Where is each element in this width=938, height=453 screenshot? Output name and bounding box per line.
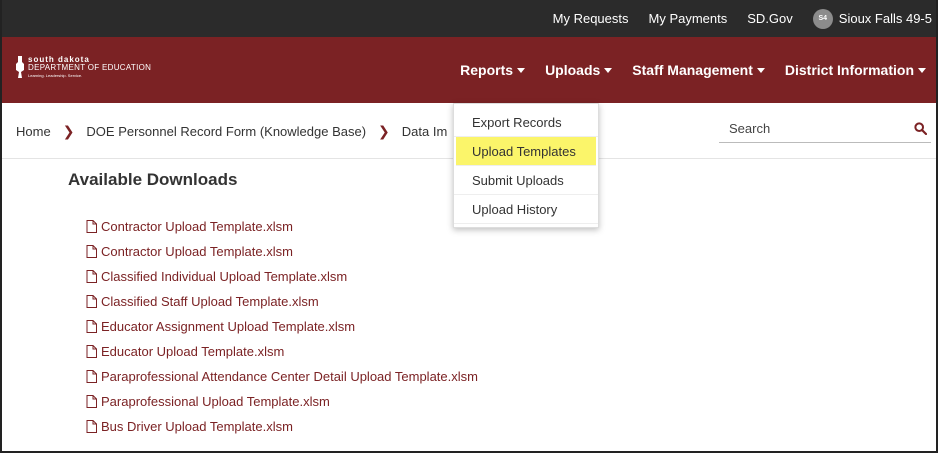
download-link[interactable]: Paraprofessional Upload Template.xlsm	[86, 389, 478, 414]
download-link[interactable]: Classified Individual Upload Template.xl…	[86, 264, 478, 289]
utility-bar: My Requests My Payments SD.Gov S4 Sioux …	[2, 0, 936, 37]
primary-nav: Reports Uploads Staff Management Distric…	[460, 37, 926, 103]
nav-district-information-label: District Information	[784, 62, 914, 78]
download-link[interactable]: Educator Assignment Upload Template.xlsm	[86, 314, 478, 339]
main-navbar: south dakota DEPARTMENT OF EDUCATION Lea…	[2, 37, 936, 103]
breadcrumb-home[interactable]: Home	[16, 124, 51, 139]
download-link-label: Contractor Upload Template.xlsm	[101, 244, 293, 259]
file-icon	[86, 245, 97, 258]
breadcrumb-current: Data Im	[401, 123, 448, 139]
sd-gov-link[interactable]: SD.Gov	[747, 11, 793, 26]
search-icon[interactable]	[914, 122, 927, 135]
file-icon	[86, 220, 97, 233]
my-requests-link[interactable]: My Requests	[553, 11, 629, 26]
caret-down-icon	[756, 67, 765, 73]
file-icon	[86, 295, 97, 308]
nav-uploads-label: Uploads	[545, 62, 601, 78]
menu-item-upload-history[interactable]: Upload History	[454, 195, 598, 224]
download-link[interactable]: Classified Staff Upload Template.xlsm	[86, 289, 478, 314]
nav-district-information[interactable]: District Information	[785, 62, 926, 78]
nav-staff-management[interactable]: Staff Management	[632, 62, 765, 78]
menu-item-export-records[interactable]: Export Records	[454, 108, 598, 137]
caret-down-icon	[604, 67, 613, 73]
logo-tagline: Learning. Leadership. Service.	[28, 73, 83, 78]
sd-doe-logo[interactable]: south dakota DEPARTMENT OF EDUCATION Lea…	[16, 56, 151, 78]
district-name: Sioux Falls 49-5	[838, 11, 932, 26]
main-content: Available Downloads Contractor Upload Te…	[68, 170, 478, 439]
nav-reports[interactable]: Reports	[460, 62, 526, 78]
chevron-right-icon: ❯	[378, 122, 390, 139]
download-link-label: Bus Driver Upload Template.xlsm	[101, 419, 293, 434]
download-link-label: Classified Individual Upload Template.xl…	[101, 269, 348, 284]
logo-text: south dakota DEPARTMENT OF EDUCATION Lea…	[28, 56, 151, 78]
download-link[interactable]: Bus Driver Upload Template.xlsm	[86, 414, 478, 439]
download-link-label: Classified Staff Upload Template.xlsm	[101, 294, 319, 309]
page-title: Available Downloads	[68, 170, 238, 189]
download-link[interactable]: Contractor Upload Template.xlsm	[86, 214, 478, 239]
file-icon	[86, 270, 97, 283]
uploads-dropdown-menu: Export Records Upload Templates Submit U…	[453, 103, 599, 228]
download-link[interactable]: Paraprofessional Attendance Center Detai…	[86, 364, 478, 389]
avatar: S4	[812, 8, 833, 29]
search-input[interactable]: Search	[719, 115, 931, 143]
menu-item-upload-templates[interactable]: Upload Templates	[456, 137, 596, 166]
download-link-label: Educator Assignment Upload Template.xlsm	[101, 319, 356, 334]
nav-reports-label: Reports	[460, 62, 514, 78]
download-link-label: Paraprofessional Attendance Center Detai…	[101, 369, 478, 384]
breadcrumb-kb[interactable]: DOE Personnel Record Form (Knowledge Bas…	[86, 124, 366, 139]
nav-staff-management-label: Staff Management	[632, 62, 753, 78]
account-menu[interactable]: S4 Sioux Falls 49-5	[812, 8, 932, 29]
download-link-label: Educator Upload Template.xlsm	[101, 344, 285, 359]
file-icon	[86, 320, 97, 333]
download-link[interactable]: Educator Upload Template.xlsm	[86, 339, 478, 364]
breadcrumb: Home ❯ DOE Personnel Record Form (Knowle…	[16, 103, 447, 159]
logo-line2: DEPARTMENT OF EDUCATION	[28, 63, 152, 72]
file-icon	[86, 345, 97, 358]
caret-down-icon	[517, 67, 526, 73]
file-icon	[86, 420, 97, 433]
page-frame: My Requests My Payments SD.Gov S4 Sioux …	[0, 0, 938, 453]
download-link-label: Contractor Upload Template.xlsm	[101, 219, 293, 234]
download-link[interactable]: Contractor Upload Template.xlsm	[86, 239, 478, 264]
my-payments-link[interactable]: My Payments	[649, 11, 728, 26]
download-link-label: Paraprofessional Upload Template.xlsm	[101, 394, 330, 409]
downloads-list: Contractor Upload Template.xlsm Contract…	[86, 214, 478, 439]
menu-item-submit-uploads[interactable]: Submit Uploads	[454, 166, 598, 195]
file-icon	[86, 370, 97, 383]
state-outline-icon	[16, 56, 24, 78]
nav-uploads[interactable]: Uploads	[545, 62, 613, 78]
search-placeholder: Search	[729, 121, 771, 136]
caret-down-icon	[918, 67, 926, 73]
chevron-right-icon: ❯	[62, 122, 75, 139]
file-icon	[86, 395, 97, 408]
utility-links: My Requests My Payments SD.Gov S4 Sioux …	[553, 0, 932, 37]
